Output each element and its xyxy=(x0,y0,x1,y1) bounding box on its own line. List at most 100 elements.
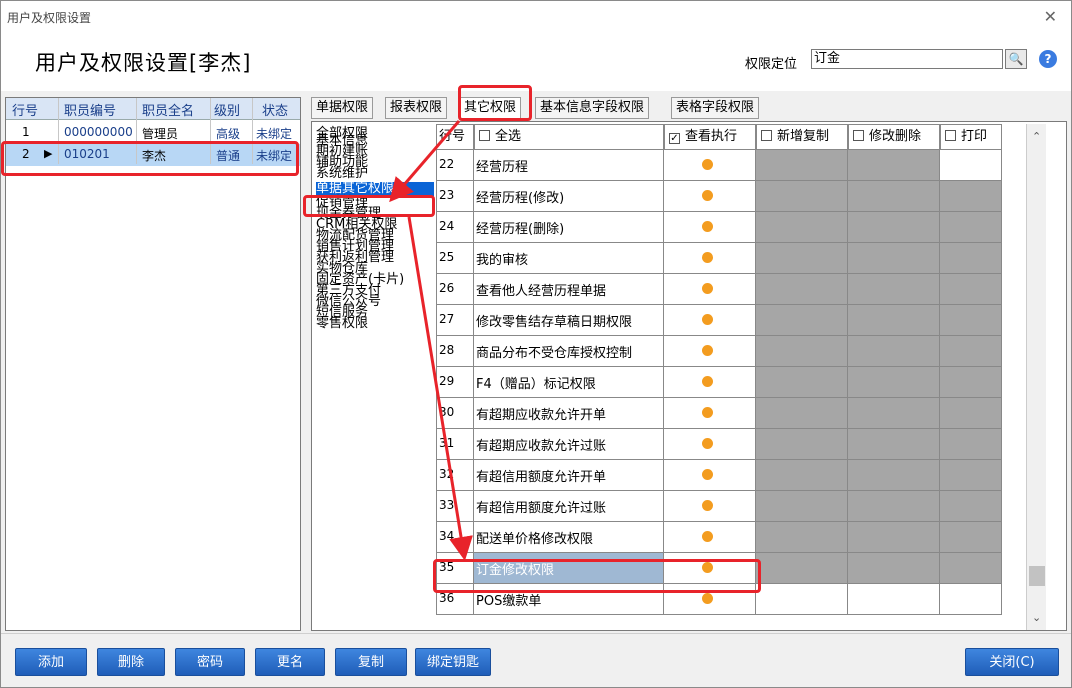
tab-document-perm[interactable]: 单据权限 xyxy=(311,97,374,119)
tab-table-field-perm[interactable]: 表格字段权限 xyxy=(671,97,760,119)
add-copy-cell[interactable] xyxy=(756,181,848,212)
print-cell[interactable] xyxy=(940,429,1002,460)
print-cell[interactable] xyxy=(940,181,1002,212)
scroll-thumb[interactable] xyxy=(1029,566,1045,586)
modify-delete-cell[interactable] xyxy=(848,460,940,491)
rename-button[interactable]: 更名 xyxy=(255,648,325,676)
permission-row[interactable]: 22 经营历程 xyxy=(436,150,1046,181)
add-copy-cell[interactable] xyxy=(756,212,848,243)
delete-button[interactable]: 删除 xyxy=(97,648,165,676)
bind-key-button[interactable]: 绑定钥匙 xyxy=(415,648,491,676)
add-copy-checkbox[interactable] xyxy=(761,130,772,141)
permission-row[interactable]: 31 有超期应收款允许过账 xyxy=(436,429,1046,460)
employee-row[interactable]: 2 ▶ 010201 李杰 普通 未绑定 xyxy=(6,144,300,166)
modify-delete-cell[interactable] xyxy=(848,429,940,460)
permission-row[interactable]: 35 订金修改权限 xyxy=(436,553,1046,584)
select-all-checkbox[interactable] xyxy=(479,130,490,141)
print-cell[interactable] xyxy=(940,398,1002,429)
add-copy-cell[interactable] xyxy=(756,398,848,429)
print-cell[interactable] xyxy=(940,522,1002,553)
employee-row[interactable]: 1 000000000 管理员 高级 未绑定 xyxy=(6,122,300,144)
permission-row[interactable]: 29 F4（赠品）标记权限 xyxy=(436,367,1046,398)
tab-other-perm[interactable]: 其它权限 xyxy=(459,97,522,119)
add-copy-cell[interactable] xyxy=(756,491,848,522)
print-cell[interactable] xyxy=(940,367,1002,398)
print-cell[interactable] xyxy=(940,150,1002,181)
modify-delete-cell[interactable] xyxy=(848,243,940,274)
permission-row[interactable]: 30 有超期应收款允许开单 xyxy=(436,398,1046,429)
permission-row[interactable]: 32 有超信用额度允许开单 xyxy=(436,460,1046,491)
scroll-down-icon[interactable]: ⌄ xyxy=(1032,611,1041,624)
category-item[interactable]: 系统维护 xyxy=(316,167,368,180)
close-icon[interactable]: ✕ xyxy=(1044,7,1057,26)
modify-delete-cell[interactable] xyxy=(848,367,940,398)
grid-col-add-copy[interactable]: 新增复制 xyxy=(756,124,848,150)
add-copy-cell[interactable] xyxy=(756,305,848,336)
modify-delete-checkbox[interactable] xyxy=(853,130,864,141)
help-icon[interactable]: ? xyxy=(1039,50,1057,68)
print-cell[interactable] xyxy=(940,491,1002,522)
permission-row[interactable]: 24 经营历程(删除) xyxy=(436,212,1046,243)
modify-delete-cell[interactable] xyxy=(848,553,940,584)
add-copy-cell[interactable] xyxy=(756,150,848,181)
add-copy-cell[interactable] xyxy=(756,429,848,460)
grid-scrollbar[interactable]: ⌃ ⌄ xyxy=(1026,124,1046,630)
col-emp-code[interactable]: 职员编号 xyxy=(64,100,116,119)
modify-delete-cell[interactable] xyxy=(848,491,940,522)
category-item[interactable]: 零售权限 xyxy=(316,317,368,330)
grid-col-select-all[interactable]: 全选 xyxy=(474,124,664,150)
password-button[interactable]: 密码 xyxy=(175,648,245,676)
print-cell[interactable] xyxy=(940,212,1002,243)
print-cell[interactable] xyxy=(940,274,1002,305)
permission-row[interactable]: 25 我的审核 xyxy=(436,243,1046,274)
grid-col-modify-delete[interactable]: 修改删除 xyxy=(848,124,940,150)
print-cell[interactable] xyxy=(940,243,1002,274)
modify-delete-cell[interactable] xyxy=(848,336,940,367)
tab-basic-field-perm[interactable]: 基本信息字段权限 xyxy=(535,97,650,119)
add-button[interactable]: 添加 xyxy=(15,648,87,676)
print-cell[interactable] xyxy=(940,553,1002,584)
add-copy-cell[interactable] xyxy=(756,336,848,367)
locate-input[interactable]: 订金 xyxy=(811,49,1003,69)
view-exec-checkbox[interactable]: ✓ xyxy=(669,133,680,144)
permission-row[interactable]: 33 有超信用额度允许过账 xyxy=(436,491,1046,522)
scroll-up-icon[interactable]: ⌃ xyxy=(1032,130,1041,143)
modify-delete-cell[interactable] xyxy=(848,150,940,181)
permission-row[interactable]: 23 经营历程(修改) xyxy=(436,181,1046,212)
modify-delete-cell[interactable] xyxy=(848,181,940,212)
tab-report-perm[interactable]: 报表权限 xyxy=(385,97,448,119)
print-cell[interactable] xyxy=(940,584,1002,615)
search-icon[interactable]: 🔍 xyxy=(1005,49,1027,69)
grid-col-view-exec[interactable]: ✓ 查看执行 xyxy=(664,124,756,150)
add-copy-cell[interactable] xyxy=(756,460,848,491)
col-level[interactable]: 级别 xyxy=(214,100,240,119)
modify-delete-cell[interactable] xyxy=(848,584,940,615)
print-cell[interactable] xyxy=(940,460,1002,491)
permission-row[interactable]: 27 修改零售结存草稿日期权限 xyxy=(436,305,1046,336)
modify-delete-cell[interactable] xyxy=(848,522,940,553)
close-button[interactable]: 关闭(C) xyxy=(965,648,1059,676)
add-copy-cell[interactable] xyxy=(756,553,848,584)
add-copy-cell[interactable] xyxy=(756,367,848,398)
print-cell[interactable] xyxy=(940,305,1002,336)
print-cell[interactable] xyxy=(940,336,1002,367)
permission-row[interactable]: 34 配送单价格修改权限 xyxy=(436,522,1046,553)
modify-delete-cell[interactable] xyxy=(848,274,940,305)
add-copy-cell[interactable] xyxy=(756,522,848,553)
add-copy-cell[interactable] xyxy=(756,584,848,615)
permission-row[interactable]: 26 查看他人经营历程单据 xyxy=(436,274,1046,305)
print-checkbox[interactable] xyxy=(945,130,956,141)
modify-delete-cell[interactable] xyxy=(848,305,940,336)
modify-delete-cell[interactable] xyxy=(848,398,940,429)
col-emp-name[interactable]: 职员全名 xyxy=(142,100,194,119)
permission-row[interactable]: 28 商品分布不受仓库授权控制 xyxy=(436,336,1046,367)
add-copy-cell[interactable] xyxy=(756,274,848,305)
permission-row[interactable]: 36 POS缴款单 xyxy=(436,584,1046,615)
modify-delete-cell[interactable] xyxy=(848,212,940,243)
grid-col-print[interactable]: 打印 xyxy=(940,124,1002,150)
add-copy-cell[interactable] xyxy=(756,243,848,274)
category-item[interactable]: 单据其它权限 xyxy=(316,182,434,196)
col-status[interactable]: 状态 xyxy=(262,100,288,119)
copy-button[interactable]: 复制 xyxy=(335,648,407,676)
col-row-no[interactable]: 行号 xyxy=(12,100,38,119)
